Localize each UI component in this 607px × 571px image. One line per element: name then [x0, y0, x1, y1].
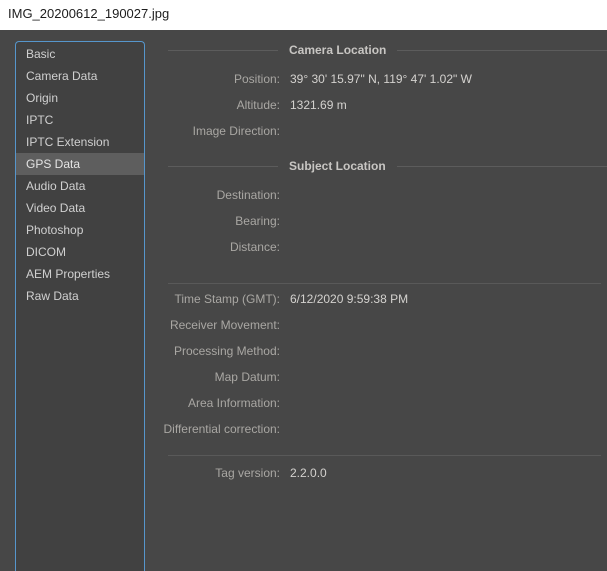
position-label: Position:: [234, 72, 280, 86]
header-line: [397, 50, 607, 51]
field-row-processing-method: Processing Method:: [168, 338, 607, 364]
receiver-movement-field[interactable]: [290, 318, 607, 332]
sidebar-item-aem-properties[interactable]: AEM Properties: [16, 263, 144, 285]
image-direction-field[interactable]: [290, 124, 607, 138]
time-stamp-label: Time Stamp (GMT):: [174, 292, 280, 306]
area-information-field[interactable]: [290, 396, 607, 410]
category-list: Basic Camera Data Origin IPTC IPTC Exten…: [15, 41, 145, 571]
destination-field[interactable]: [290, 188, 607, 202]
gps-details-rows: Time Stamp (GMT): 6/12/2020 9:59:38 PM R…: [168, 286, 607, 442]
sidebar-item-basic[interactable]: Basic: [16, 43, 144, 65]
field-row-tag-version: Tag version: 2.2.0.0: [168, 460, 607, 486]
altitude-label: Altitude:: [237, 98, 280, 112]
processing-method-field[interactable]: [290, 344, 607, 358]
bearing-field[interactable]: [290, 214, 607, 228]
camera-location-rows: Position: 39° 30' 15.97" N, 119° 47' 1.0…: [168, 66, 607, 144]
bearing-label: Bearing:: [235, 214, 280, 228]
altitude-field[interactable]: 1321.69 m: [290, 98, 607, 112]
sidebar-item-camera-data[interactable]: Camera Data: [16, 65, 144, 87]
section-header-subject-location: Subject Location: [168, 154, 607, 178]
sidebar-item-audio-data[interactable]: Audio Data: [16, 175, 144, 197]
tag-version-rows: Tag version: 2.2.0.0: [168, 460, 607, 486]
area-information-label: Area Information:: [188, 396, 280, 410]
tag-version-field[interactable]: 2.2.0.0: [290, 466, 607, 480]
field-row-altitude: Altitude: 1321.69 m: [168, 92, 607, 118]
section-title: Subject Location: [289, 159, 386, 173]
sidebar-item-iptc[interactable]: IPTC: [16, 109, 144, 131]
differential-correction-field[interactable]: [290, 422, 607, 436]
header-line: [397, 166, 607, 167]
field-row-image-direction: Image Direction:: [168, 118, 607, 144]
field-row-distance: Distance:: [168, 234, 607, 260]
field-row-receiver-movement: Receiver Movement:: [168, 312, 607, 338]
field-row-differential-correction: Differential correction:: [168, 416, 607, 442]
distance-label: Distance:: [230, 240, 280, 254]
tag-version-label: Tag version:: [215, 466, 280, 480]
subject-location-rows: Destination: Bearing: Distance:: [168, 182, 607, 260]
section-header-camera-location: Camera Location: [168, 38, 607, 62]
metadata-panel: Basic Camera Data Origin IPTC IPTC Exten…: [0, 30, 607, 571]
destination-label: Destination:: [217, 188, 280, 202]
field-row-bearing: Bearing:: [168, 208, 607, 234]
section-divider: [168, 283, 601, 284]
sidebar-item-raw-data[interactable]: Raw Data: [16, 285, 144, 307]
sidebar-item-origin[interactable]: Origin: [16, 87, 144, 109]
titlebar: IMG_20200612_190027.jpg: [0, 0, 607, 30]
section-divider: [168, 455, 601, 456]
filename-title: IMG_20200612_190027.jpg: [8, 6, 169, 21]
section-title: Camera Location: [289, 43, 386, 57]
field-row-time-stamp: Time Stamp (GMT): 6/12/2020 9:59:38 PM: [168, 286, 607, 312]
sidebar-item-photoshop[interactable]: Photoshop: [16, 219, 144, 241]
receiver-movement-label: Receiver Movement:: [170, 318, 280, 332]
field-row-map-datum: Map Datum:: [168, 364, 607, 390]
position-field[interactable]: 39° 30' 15.97" N, 119° 47' 1.02" W: [290, 72, 607, 86]
map-datum-field[interactable]: [290, 370, 607, 384]
header-line: [168, 50, 278, 51]
differential-correction-label: Differential correction:: [164, 422, 281, 436]
field-row-destination: Destination:: [168, 182, 607, 208]
sidebar-item-gps-data[interactable]: GPS Data: [16, 153, 144, 175]
sidebar-item-video-data[interactable]: Video Data: [16, 197, 144, 219]
field-row-area-information: Area Information:: [168, 390, 607, 416]
header-line: [168, 166, 278, 167]
image-direction-label: Image Direction:: [193, 124, 280, 138]
time-stamp-field[interactable]: 6/12/2020 9:59:38 PM: [290, 292, 607, 306]
processing-method-label: Processing Method:: [174, 344, 280, 358]
field-row-position: Position: 39° 30' 15.97" N, 119° 47' 1.0…: [168, 66, 607, 92]
distance-field[interactable]: [290, 240, 607, 254]
sidebar-item-iptc-extension[interactable]: IPTC Extension: [16, 131, 144, 153]
map-datum-label: Map Datum:: [215, 370, 280, 384]
gps-data-content: Camera Location Position: 39° 30' 15.97"…: [168, 30, 607, 486]
sidebar-item-dicom[interactable]: DICOM: [16, 241, 144, 263]
